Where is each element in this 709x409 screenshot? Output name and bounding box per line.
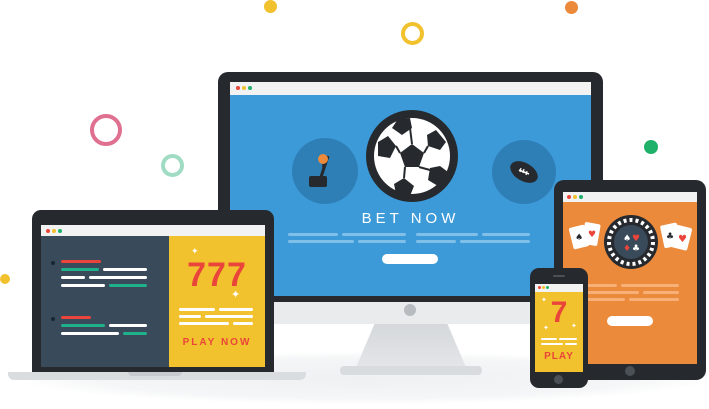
code-line (103, 268, 147, 271)
phone-speaker (553, 275, 565, 277)
play-now-button[interactable]: PLAY NOW (169, 337, 265, 348)
browser-maximize-dot (58, 229, 62, 233)
svg-text:♥: ♥ (678, 234, 687, 245)
text-line (233, 322, 253, 325)
code-line (61, 260, 101, 263)
text-line (621, 284, 679, 287)
svg-text:♣: ♣ (666, 232, 674, 242)
mint-ring (161, 154, 184, 177)
text-line (643, 291, 679, 294)
smartphone: ✦ 7 ✦ ✦ PLAY (530, 268, 588, 388)
browser-toolbar (563, 192, 697, 202)
football-icon[interactable] (492, 140, 556, 204)
text-line (581, 291, 639, 294)
text-line (541, 343, 563, 345)
browser-toolbar (535, 284, 583, 292)
slot-panel: ✦ 777 ✦ PLAY NOW (169, 236, 265, 367)
text-line (565, 343, 577, 345)
text-line (288, 233, 338, 236)
tablet-home-button[interactable] (625, 366, 635, 376)
text-line (541, 338, 557, 340)
bullet-dot (51, 261, 55, 265)
browser-maximize-dot (248, 86, 252, 90)
svg-text:♥: ♥ (632, 234, 640, 244)
laptop-screen: ✦ 777 ✦ PLAY NOW (41, 236, 265, 367)
browser-close-dot (236, 86, 240, 90)
browser-toolbar (41, 225, 265, 236)
monitor-stand (354, 324, 468, 372)
text-line (416, 233, 478, 236)
text-line (416, 240, 456, 243)
monitor-power-dot (404, 304, 416, 316)
sparkle-icon: ✦ (571, 323, 577, 330)
browser-minimize-dot (573, 195, 577, 199)
browser-minimize-dot (542, 286, 545, 289)
browser-close-dot (46, 229, 50, 233)
yellow-dot (264, 0, 277, 13)
text-line (205, 315, 253, 318)
browser-close-dot (538, 286, 541, 289)
orange-dot (565, 1, 578, 14)
code-line (61, 324, 105, 327)
browser-toolbar (230, 82, 591, 95)
text-line (629, 298, 679, 301)
code-line (61, 284, 105, 287)
text-line (559, 338, 577, 340)
code-line (109, 324, 147, 327)
code-line (109, 284, 147, 287)
svg-text:♠: ♠ (575, 233, 583, 243)
golf-icon[interactable] (292, 138, 358, 204)
text-line (482, 233, 530, 236)
code-line (61, 268, 99, 271)
playing-cards-icon[interactable]: ♠ ♥ (569, 220, 603, 252)
pink-ring (90, 114, 122, 146)
text-line (288, 240, 354, 243)
play-button[interactable]: PLAY (535, 351, 583, 362)
slot-number-777: 777 (187, 256, 247, 294)
yellow-ring (401, 22, 424, 45)
bet-now-headline: BET NOW (361, 210, 460, 227)
text-line (342, 233, 406, 236)
monitor-stand-base (340, 366, 482, 375)
sparkle-icon: ✦ (543, 325, 549, 332)
code-line (61, 276, 85, 279)
svg-text:♦: ♦ (623, 244, 631, 254)
text-line (179, 308, 215, 311)
small-yellow-dot (0, 274, 10, 284)
monitor-screen: BET NOW (230, 82, 591, 296)
code-line (123, 332, 147, 335)
code-line (61, 332, 119, 335)
text-line (460, 240, 530, 243)
code-line (61, 316, 91, 319)
text-line (219, 308, 253, 311)
phone-screen: ✦ 7 ✦ ✦ PLAY (535, 284, 583, 372)
svg-text:♣: ♣ (632, 244, 640, 254)
phone-home-button[interactable] (554, 375, 563, 384)
green-dot (644, 140, 658, 154)
roulette-wheel-icon[interactable]: ♠ ♥ ♦ ♣ (603, 214, 659, 270)
text-line (179, 315, 201, 318)
bullet-dot (51, 317, 55, 321)
browser-minimize-dot (242, 86, 246, 90)
svg-text:♠: ♠ (623, 234, 631, 244)
laptop: ✦ 777 ✦ PLAY NOW (32, 210, 274, 372)
browser-close-dot (567, 195, 571, 199)
code-line (89, 276, 147, 279)
soccer-ball-icon[interactable] (364, 108, 460, 204)
bet-now-button[interactable] (382, 254, 438, 264)
laptop-notch (128, 372, 182, 376)
text-line (179, 322, 229, 325)
browser-maximize-dot (579, 195, 583, 199)
playing-cards-icon[interactable]: ♣ ♥ (659, 218, 695, 254)
sparkle-icon: ✦ (231, 289, 241, 301)
browser-minimize-dot (52, 229, 56, 233)
text-line (358, 240, 406, 243)
tablet-cta-button[interactable] (607, 316, 653, 326)
svg-text:♥: ♥ (588, 230, 596, 240)
code-panel (41, 236, 169, 367)
browser-maximize-dot (546, 286, 549, 289)
